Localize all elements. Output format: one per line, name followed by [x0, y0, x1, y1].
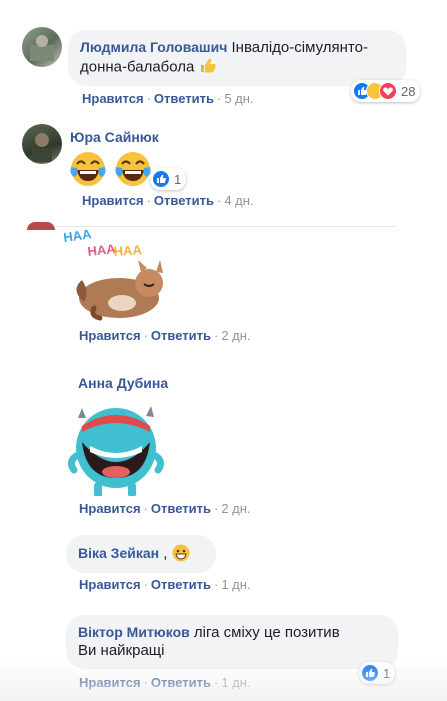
blue-monster-laughing-sticker	[67, 396, 166, 498]
reply-link[interactable]: Ответить	[151, 577, 211, 592]
comment-author[interactable]: Віктор Митюков	[78, 624, 190, 640]
reply-link[interactable]: Ответить	[151, 328, 211, 343]
like-icon	[152, 170, 170, 188]
reactions-summary[interactable]: 28	[351, 80, 421, 102]
avatar[interactable]	[22, 124, 62, 164]
comment-text: ліга сміху це позитив	[193, 624, 340, 641]
comment-actions: Нравится · Ответить · 1 дн.	[79, 675, 251, 690]
comment-timestamp[interactable]: 2 дн.	[221, 328, 250, 343]
comment-author[interactable]: Віка Зейкан	[78, 545, 159, 561]
reaction-count: 28	[401, 83, 416, 99]
sticker-text: HAA	[113, 242, 143, 259]
like-icon	[361, 664, 379, 682]
like-link[interactable]: Нравится	[82, 91, 144, 106]
reply-link[interactable]: Ответить	[154, 91, 214, 106]
comment-text: ,	[163, 545, 168, 562]
like-link[interactable]: Нравится	[79, 675, 141, 690]
reply-link[interactable]: Ответить	[154, 193, 214, 208]
like-link[interactable]: Нравится	[79, 501, 141, 516]
comment-text: донна-балабола	[80, 58, 195, 76]
comment-timestamp[interactable]: 1 дн.	[221, 577, 250, 592]
comment-actions: Нравится · Ответить · 5 дн.	[82, 91, 254, 106]
comment-bubble: Віка Зейкан ,	[66, 535, 216, 573]
comment-actions: Нравится · Ответить · 2 дн.	[79, 501, 251, 516]
haa-fox-laughing-sticker: HAA HAA HAA	[62, 226, 174, 328]
comment-bubble: Віктор Митюков ліга сміху це позитив Ви …	[66, 615, 398, 669]
thumb-emoji-icon	[199, 57, 217, 78]
comment-text: Інвалідо-сімулянто-	[231, 39, 368, 56]
reaction-count: 1	[383, 665, 391, 681]
comment-text: Ви найкращі	[78, 642, 165, 659]
comment-author[interactable]: Юра Сайнюк	[70, 129, 159, 145]
reactions-summary[interactable]: 1	[150, 168, 187, 190]
like-link[interactable]: Нравится	[79, 328, 141, 343]
comment-actions: Нравится · Ответить · 4 дн.	[82, 193, 254, 208]
like-link[interactable]: Нравится	[79, 577, 141, 592]
avatar-image	[30, 35, 54, 61]
comment-timestamp[interactable]: 2 дн.	[221, 501, 250, 516]
grin-emoji-icon	[172, 544, 190, 567]
reaction-count: 1	[174, 171, 182, 187]
laughing-crying-emoji-icon	[113, 149, 153, 189]
sticker-text: HAA	[64, 228, 93, 245]
comment-timestamp[interactable]: 5 дн.	[224, 91, 253, 106]
laughing-crying-emoji-icon	[68, 149, 108, 189]
reactions-summary[interactable]: 1	[359, 662, 396, 684]
comment-actions: Нравится · Ответить · 2 дн.	[79, 328, 251, 343]
love-icon	[379, 82, 397, 100]
reply-link[interactable]: Ответить	[151, 501, 211, 516]
comment-actions: Нравится · Ответить · 1 дн.	[79, 577, 251, 592]
avatar[interactable]	[27, 222, 55, 230]
comment-timestamp[interactable]: 4 дн.	[224, 193, 253, 208]
comment-bubble: Людмила Головашич Інвалідо-сімулянто- до…	[68, 30, 406, 86]
avatar-image	[32, 133, 52, 162]
like-link[interactable]: Нравится	[82, 193, 144, 208]
comment-author[interactable]: Людмила Головашич	[80, 39, 227, 55]
avatar[interactable]	[22, 27, 62, 67]
comment-author[interactable]: Анна Дубина	[78, 375, 168, 391]
divider	[56, 226, 396, 227]
reply-link[interactable]: Ответить	[151, 675, 211, 690]
comment-timestamp[interactable]: 1 дн.	[221, 675, 250, 690]
